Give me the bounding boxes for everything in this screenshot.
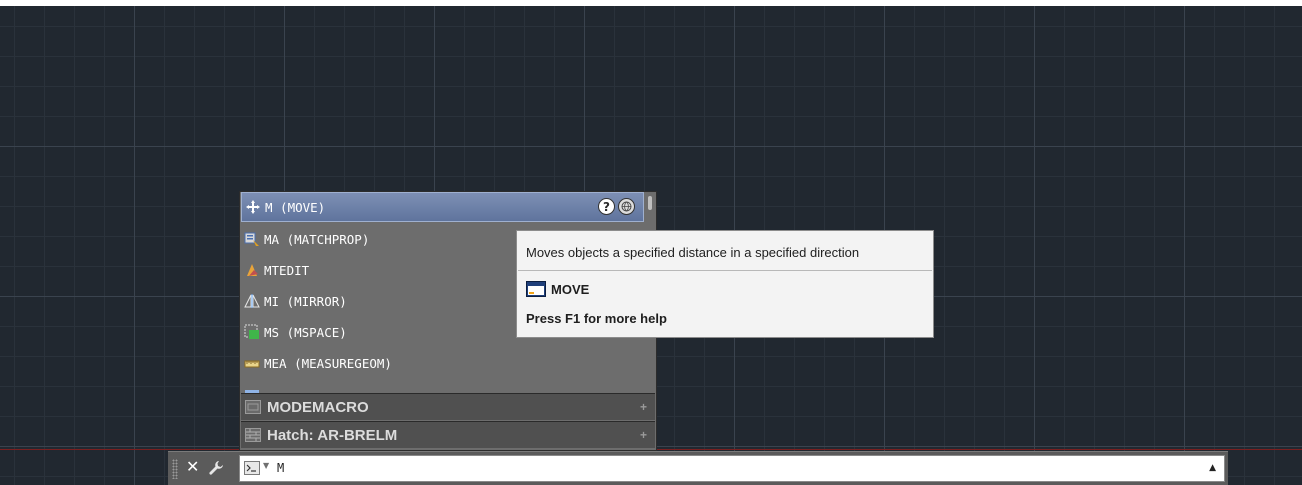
- mspace-icon: [244, 324, 259, 339]
- category-label: Hatch: AR-BRELM: [267, 426, 398, 444]
- command-input[interactable]: ▼ M ▲: [239, 455, 1225, 482]
- command-line-icon: [526, 281, 546, 297]
- category-hatch[interactable]: Hatch: AR-BRELM +: [241, 421, 655, 448]
- tooltip-description: Moves objects a specified distance in a …: [526, 245, 860, 260]
- suggestion-label: MA (MATCHPROP): [264, 231, 370, 247]
- close-command-line-button[interactable]: ✕: [186, 457, 199, 476]
- suggestion-label: MTEDIT: [264, 262, 310, 278]
- suggestion-measuregeom[interactable]: MEA (MEASUREGEOM): [241, 348, 644, 378]
- command-input-value: M: [277, 461, 285, 475]
- suggestion-move[interactable]: M (MOVE) ?: [241, 192, 644, 222]
- suggestion-label: MS (MSPACE): [264, 324, 347, 340]
- move-icon: [246, 200, 260, 214]
- command-line-bar: ✕ ▼ M ▲: [168, 451, 1228, 485]
- mirror-icon: [244, 294, 260, 308]
- category-label: MODEMACRO: [267, 398, 369, 416]
- expand-icon[interactable]: +: [640, 400, 647, 414]
- globe-icon[interactable]: [618, 198, 635, 215]
- suggestion-label: MI (MIRROR): [264, 293, 347, 309]
- tooltip-divider: [518, 270, 932, 271]
- expand-icon[interactable]: +: [640, 428, 647, 442]
- suggestion-label: MEA (MEASUREGEOM): [264, 355, 392, 371]
- drag-handle[interactable]: [172, 459, 178, 479]
- tooltip-command: MOVE: [526, 281, 589, 297]
- measuregeom-icon: [244, 360, 260, 368]
- command-tooltip: Moves objects a specified distance in a …: [516, 230, 934, 338]
- history-up-icon[interactable]: ▲: [1209, 463, 1216, 473]
- help-icon[interactable]: ?: [598, 198, 615, 215]
- command-prompt-icon[interactable]: [244, 461, 260, 475]
- mtedit-icon: [247, 264, 258, 276]
- scrollbar-thumb[interactable]: [648, 196, 652, 210]
- prompt-dropdown-icon[interactable]: ▼: [263, 461, 269, 470]
- tooltip-command-name: MOVE: [551, 281, 590, 297]
- hatch-icon: [245, 428, 261, 442]
- category-modemacro[interactable]: MODEMACRO +: [241, 393, 655, 420]
- suggestion-label: M (MOVE): [265, 199, 326, 215]
- wrench-icon[interactable]: [208, 460, 224, 476]
- tooltip-help-hint: Press F1 for more help: [526, 311, 667, 326]
- help-buttons: ?: [598, 198, 635, 215]
- system-variable-icon: [245, 400, 261, 414]
- matchprop-icon: [244, 232, 259, 246]
